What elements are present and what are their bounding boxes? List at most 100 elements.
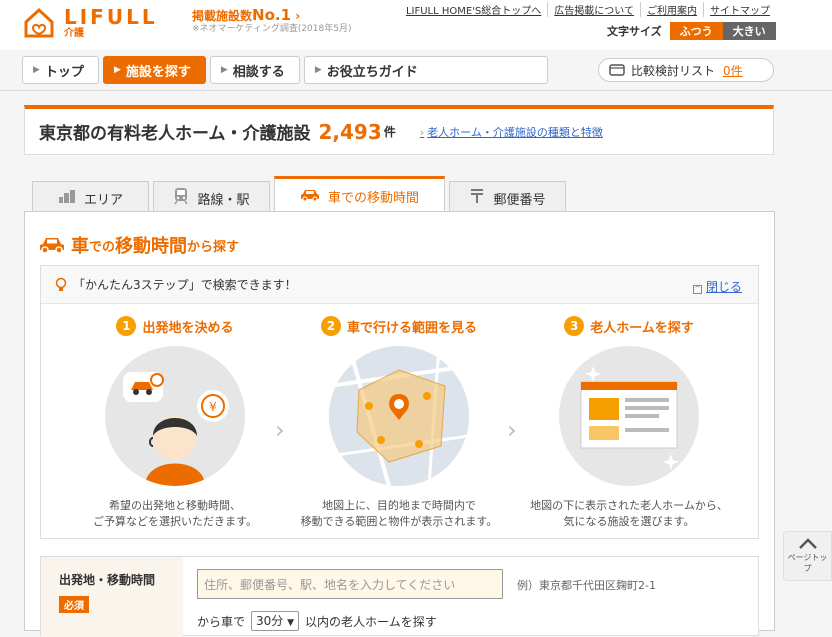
header: LIFULL 介護 掲載施設数No.1 › ※ネオマーケティング調査(2018年… — [0, 0, 832, 50]
step-desc-2: ご予算などを選択いただきます。 — [93, 515, 257, 528]
panel-title-1: 車 — [71, 236, 89, 257]
divider — [0, 90, 832, 91]
step-2: 2 車で行ける範囲を見る 地図上に、目的地まで時間内で 移動できる範囲と物件が表… — [289, 316, 509, 530]
nav-top-label: トップ — [44, 64, 84, 80]
font-size-large-button[interactable]: 大きい — [722, 22, 776, 40]
house-logo-icon — [22, 6, 56, 40]
tab-line-station-label: 路線・駅 — [197, 192, 250, 208]
chevron-right-icon: ▶ — [220, 65, 228, 75]
step-title: 老人ホームを探す — [590, 320, 694, 336]
no1-prefix: 掲載施設数 — [192, 9, 253, 23]
search-tabs: エリア 路線・駅 車での移動時間 郵便番号 — [32, 176, 566, 214]
no1-title: No.1 — [252, 6, 292, 24]
tab-car-time-label: 車での移動時間 — [327, 191, 419, 206]
facility-types-link-label: 老人ホーム・介護施設の種類と特徴 — [427, 125, 603, 139]
svg-text:¥: ¥ — [209, 400, 217, 414]
nav-consult[interactable]: ▶ 相談する — [209, 56, 300, 84]
tab-area-label: エリア — [83, 192, 123, 208]
chevron-up-icon — [798, 538, 817, 549]
three-steps-box: 「かんたん3ステップ」で検索できます！ ^ 閉じる 1 出発地を決める ¥ 希望… — [40, 265, 759, 539]
step-title: 車で行ける範囲を見る — [346, 320, 477, 336]
step-desc-1: 希望の出発地と移動時間、 — [109, 499, 241, 512]
page-top-button[interactable]: ページトップ — [783, 531, 832, 581]
tab-postal-code-label: 郵便番号 — [493, 192, 546, 208]
compare-count: 0件 — [723, 63, 743, 78]
chevron-right-icon: ▶ — [113, 65, 121, 75]
tab-line-station[interactable]: 路線・駅 — [153, 181, 270, 214]
global-nav: ▶ トップ ▶ 施設を探す ▶ 相談する ▶ お役立ちガイド — [22, 56, 548, 84]
close-steps-label: 閉じる — [705, 280, 742, 294]
map-illustration — [329, 346, 469, 486]
tab-postal-code[interactable]: 郵便番号 — [449, 181, 566, 214]
facility-types-link[interactable]: › 老人ホーム・介護施設の種類と特徴 — [420, 124, 603, 140]
step-3: 3 老人ホームを探す 地図の下に表示された老人ホームから、 気になる施設を選びます。 — [519, 316, 739, 530]
no1-badge[interactable]: 掲載施設数No.1 › ※ネオマーケティング調査(2018年5月) — [192, 6, 352, 35]
travel-time-row: から車で 30分 ▼ 以内の老人ホームを探す — [197, 611, 437, 631]
step-number: 2 — [320, 316, 341, 336]
minutes-select[interactable]: 30分 ▼ — [251, 611, 300, 631]
step-number: 1 — [116, 316, 137, 336]
font-size-label: 文字サイズ — [607, 25, 662, 38]
compare-list-button[interactable]: 比較検討リスト 0件 — [598, 58, 774, 82]
close-icon: ^ — [692, 285, 702, 294]
steps-head-label: 「かんたん3ステップ」で検索できます！ — [73, 278, 297, 292]
nav-search-label: 施設を探す — [125, 64, 191, 80]
result-count: 2,493 — [318, 119, 382, 144]
travel-suffix: 以内の老人ホームを探す — [305, 614, 437, 629]
result-unit: 件 — [383, 125, 396, 139]
step-desc-1: 地図上に、目的地まで時間内で — [322, 499, 476, 512]
tab-area[interactable]: エリア — [32, 181, 149, 214]
font-size-control: 文字サイズ ふつう 大きい — [607, 22, 776, 40]
form-label-cell: 出発地・移動時間 必須 — [41, 557, 183, 637]
page-heading: 東京都の有料老人ホーム・介護施設 2,493 件 › 老人ホーム・介護施設の種類と… — [24, 105, 774, 155]
postal-icon — [469, 188, 485, 208]
operator-illustration: ¥ — [105, 346, 245, 486]
steps-head: 「かんたん3ステップ」で検索できます！ ^ 閉じる — [41, 266, 758, 304]
step-number: 3 — [564, 316, 585, 336]
chevron-right-icon: › — [275, 416, 285, 444]
address-example: 例）東京都千代田区麹町2-1 — [517, 579, 656, 592]
train-icon — [173, 187, 189, 209]
departure-label: 出発地・移動時間 — [59, 573, 156, 587]
compare-label: 比較検討リスト — [631, 63, 716, 78]
nav-guide-label: お役立ちガイド — [326, 64, 418, 80]
panel-title-4: から探す — [187, 239, 240, 255]
required-badge: 必須 — [59, 596, 89, 613]
step-desc-2: 移動できる範囲と物件が表示されます。 — [300, 515, 498, 528]
link-homes-top[interactable]: LIFULL HOME'S総合トップへ — [400, 2, 547, 17]
lightbulb-icon — [55, 277, 67, 291]
close-steps-link[interactable]: ^ 閉じる — [692, 278, 742, 295]
logo-sub: 介護 — [64, 28, 84, 39]
step-desc-1: 地図の下に表示された老人ホームから、 — [530, 499, 728, 512]
building-icon — [58, 189, 76, 207]
car-icon — [40, 238, 64, 254]
address-input[interactable]: 住所、郵便番号、駅、地名を入力してください — [197, 569, 503, 599]
chevron-down-icon: ▼ — [287, 618, 295, 628]
font-size-normal-button[interactable]: ふつう — [669, 22, 723, 40]
top-links: LIFULL HOME'S総合トップへ 広告掲載について ご利用案内 サイトマッ… — [400, 2, 776, 17]
panel-title: 車 での 移動時間 から探す — [39, 232, 239, 258]
car-icon — [300, 188, 320, 206]
chevron-right-icon: ▶ — [314, 65, 322, 75]
page-title: 東京都の有料老人ホーム・介護施設 — [39, 124, 311, 144]
panel-title-3: 移動時間 — [115, 236, 188, 257]
nav-top[interactable]: ▶ トップ — [22, 56, 99, 84]
link-sitemap[interactable]: サイトマップ — [703, 2, 776, 17]
link-advertise[interactable]: 広告掲載について — [547, 2, 640, 17]
car-search-panel: 車 での 移動時間 から探す 「かんたん3ステップ」で検索できます！ ^ 閉じる … — [24, 211, 775, 637]
nav-guide[interactable]: ▶ お役立ちガイド — [303, 56, 548, 84]
nav-search-facility[interactable]: ▶ 施設を探す — [102, 56, 206, 84]
from-car-label: から車で — [197, 614, 246, 629]
chevron-right-icon: › — [419, 125, 425, 139]
page-top-label: ページトップ — [787, 553, 828, 573]
step-title: 出発地を決める — [142, 320, 234, 336]
nav-consult-label: 相談する — [232, 64, 285, 80]
chevron-right-icon: ▶ — [33, 65, 40, 75]
link-guide[interactable]: ご利用案内 — [640, 2, 703, 17]
chevron-right-icon: › — [507, 416, 517, 444]
logo-word: LIFULL — [64, 5, 158, 29]
tab-car-time[interactable]: 車での移動時間 — [274, 176, 445, 214]
folder-icon — [609, 64, 625, 76]
departure-form: 出発地・移動時間 必須 住所、郵便番号、駅、地名を入力してください 例）東京都千… — [40, 556, 759, 637]
lifull-logo[interactable]: LIFULL 介護 — [22, 6, 158, 40]
